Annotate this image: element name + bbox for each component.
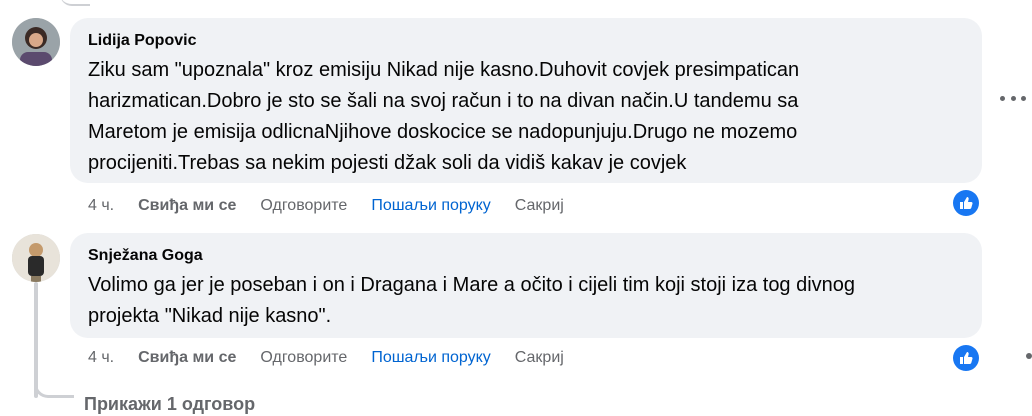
thread-connector-replies: [34, 370, 74, 398]
like-button[interactable]: Свиђа ми се: [138, 197, 236, 215]
view-replies-link[interactable]: Прикажи 1 одговор: [84, 392, 255, 416]
like-button[interactable]: Свиђа ми се: [138, 349, 236, 367]
hide-button[interactable]: Сакриј: [515, 349, 564, 367]
more-horizontal-icon[interactable]: [1026, 353, 1032, 359]
comment-timestamp[interactable]: 4 ч.: [88, 349, 114, 367]
comment-text: Volimo ga jer je poseban i on i Dragana …: [88, 274, 856, 327]
thumbs-up-icon[interactable]: [953, 345, 979, 371]
avatar-lidija[interactable]: [12, 18, 60, 66]
thumbs-up-icon[interactable]: [953, 190, 979, 216]
thread-connector-top: [60, 0, 90, 6]
more-horizontal-icon[interactable]: [1000, 92, 1026, 104]
comment-author[interactable]: Snježana Goga: [88, 246, 964, 266]
send-message-button[interactable]: Пошаљи поруку: [371, 349, 490, 367]
reply-button[interactable]: Одговорите: [260, 197, 347, 215]
send-message-button[interactable]: Пошаљи поруку: [371, 197, 490, 215]
reply-button[interactable]: Одговорите: [260, 349, 347, 367]
hide-button[interactable]: Сакриј: [515, 197, 564, 215]
avatar-snjezana[interactable]: [12, 234, 60, 282]
comment-text: Ziku sam "upoznala" kroz emisiju Nikad n…: [88, 59, 800, 174]
comment-author[interactable]: Lidija Popovic: [88, 31, 964, 51]
comment-actions: 4 ч. Свиђа ми се Одговорите Пошаљи порук…: [88, 347, 588, 369]
comment-bubble: Lidija Popovic Ziku sam "upoznala" kroz …: [70, 18, 982, 183]
comment-timestamp[interactable]: 4 ч.: [88, 197, 114, 215]
comment-actions: 4 ч. Свиђа ми се Одговорите Пошаљи порук…: [88, 195, 588, 217]
comment-bubble: Snježana Goga Volimo ga jer je poseban i…: [70, 233, 982, 338]
